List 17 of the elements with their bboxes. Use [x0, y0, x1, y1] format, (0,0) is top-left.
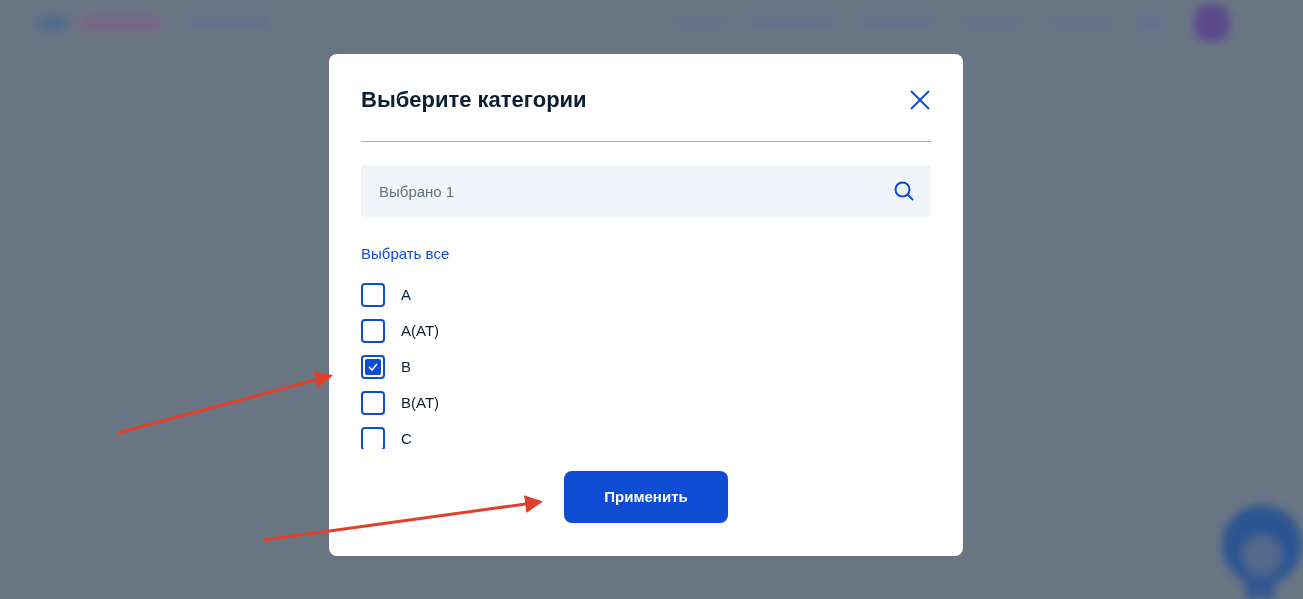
checkbox[interactable]	[361, 283, 385, 307]
apply-button[interactable]: Применить	[564, 471, 728, 523]
category-label: A	[401, 284, 411, 305]
category-label: B	[401, 356, 411, 377]
category-label: B(AT)	[401, 392, 440, 413]
close-button[interactable]	[909, 89, 931, 111]
select-all-link[interactable]: Выбрать все	[361, 245, 450, 263]
search-icon	[894, 181, 914, 201]
checkbox[interactable]	[361, 355, 385, 379]
dialog-title: Выберите категории	[361, 86, 587, 114]
checkbox[interactable]	[361, 391, 385, 415]
checkbox[interactable]	[361, 319, 385, 343]
category-label: A(AT)	[401, 320, 440, 341]
checkbox[interactable]	[361, 427, 385, 449]
category-label: C	[401, 428, 412, 449]
search-field[interactable]: Выбрано 1	[361, 165, 931, 217]
check-icon	[368, 363, 378, 371]
